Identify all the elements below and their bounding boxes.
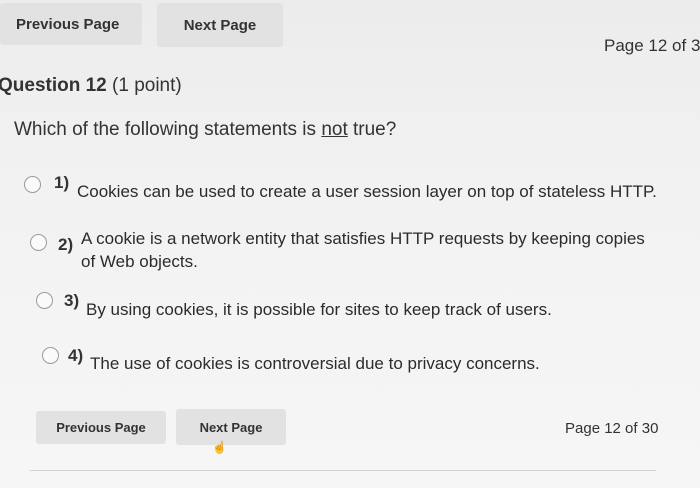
option-text-line2: of Web objects. <box>81 252 198 271</box>
previous-page-button-bottom[interactable]: Previous Page <box>36 411 166 444</box>
previous-page-button-top[interactable]: Previous Page <box>0 3 142 45</box>
option-text: Cookies can be used to create a user ses… <box>77 182 657 201</box>
question-points: (1 point) <box>112 75 182 96</box>
option-text: The use of cookies is controversial due … <box>90 354 540 373</box>
question-text-emphasis: not <box>321 119 348 140</box>
next-page-button-bottom[interactable]: Next Page <box>176 409 286 445</box>
option-number: 2) <box>58 235 74 254</box>
question-text: Which of the following statements is not… <box>14 119 396 141</box>
option-number: 3) <box>64 291 80 310</box>
hand-pointer-icon: ☝ <box>212 440 227 454</box>
next-page-button-top[interactable]: Next Page <box>157 3 283 47</box>
option-text: By using cookies, it is possible for sit… <box>86 300 552 319</box>
radio-unselected-icon[interactable] <box>42 347 59 364</box>
radio-unselected-icon[interactable] <box>24 176 41 193</box>
page-indicator-top: Page 12 of 3 <box>604 36 700 55</box>
radio-unselected-icon[interactable] <box>36 292 53 309</box>
option-text: A cookie is a network entity that satisf… <box>81 229 645 248</box>
question-text-pre: Which of the following statements is <box>14 119 322 140</box>
page-indicator-bottom: Page 12 of 30 <box>565 420 659 437</box>
question-title: Question 12 (1 point) <box>0 75 182 97</box>
radio-unselected-icon[interactable] <box>30 234 47 251</box>
option-number: 1) <box>54 173 70 192</box>
divider <box>30 470 656 471</box>
question-text-post: true? <box>347 119 397 140</box>
question-number: Question 12 <box>0 75 107 96</box>
option-number: 4) <box>68 346 84 365</box>
